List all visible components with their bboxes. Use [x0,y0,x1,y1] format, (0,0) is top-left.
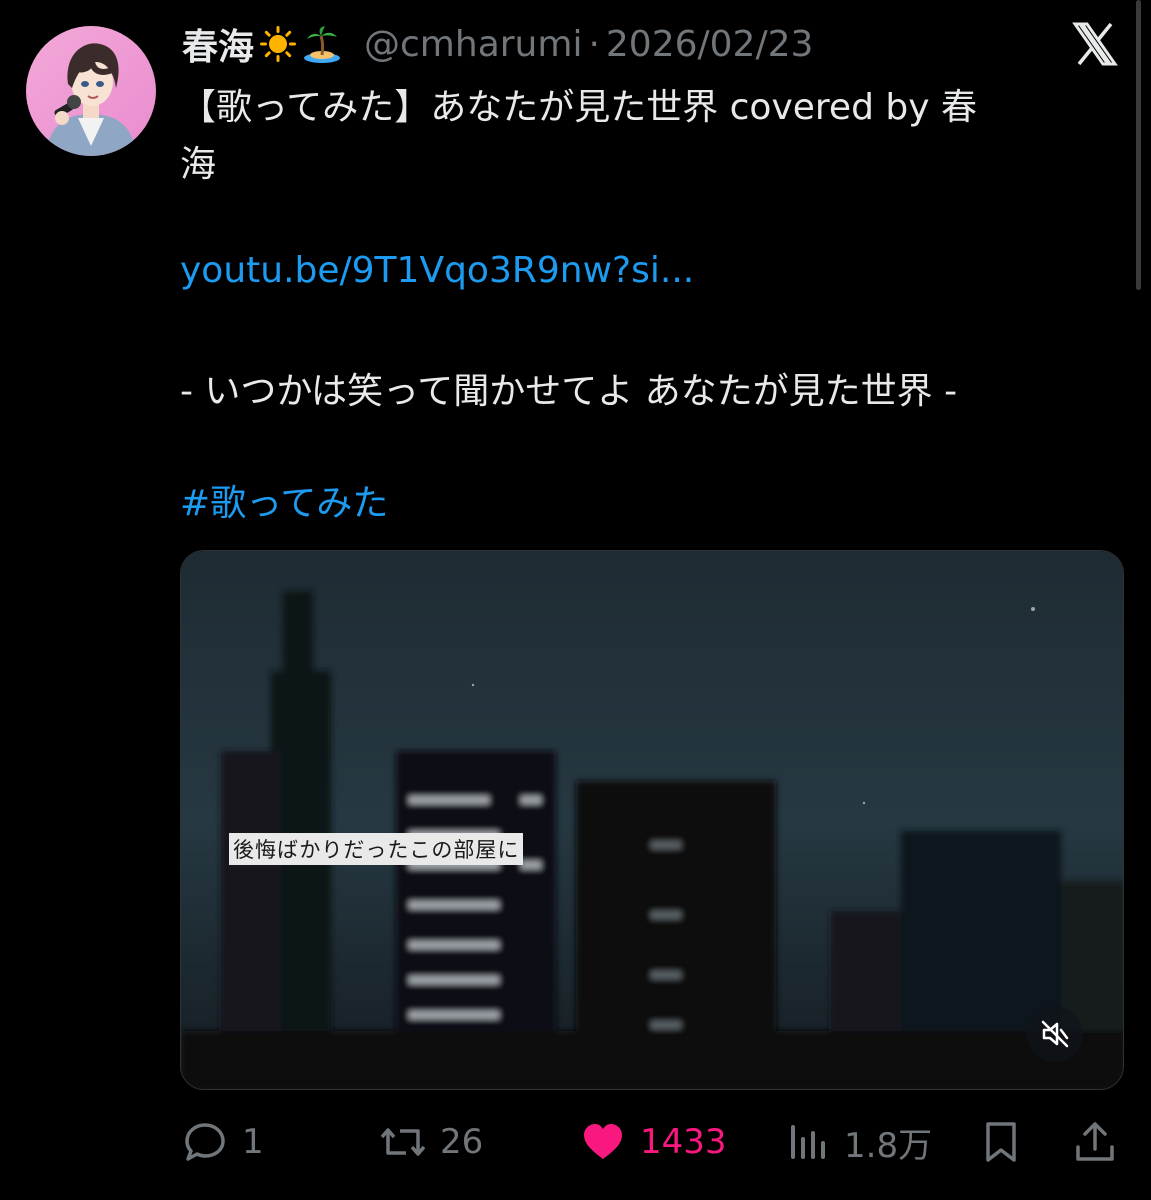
tweet-text-line-2: 海 [180,144,217,185]
tweet-header: 春海 @cmharumi · 2026/02/23 [182,18,813,70]
video-subtitle: 後悔ばかりだったこの部屋に [229,833,524,865]
views-button[interactable]: 1.8万 [784,1110,932,1174]
sun-emoji-icon [258,24,298,64]
hashtag-link[interactable]: #歌ってみた [180,474,388,526]
youtube-link[interactable]: youtu.be/9T1Vqo3R9nw?si... [180,250,694,291]
like-count: 1433 [640,1122,727,1162]
video-frame [181,551,1123,1089]
island-emoji-icon [302,24,342,64]
avatar[interactable] [26,26,156,156]
tweet-actions: 1 26 1433 1.8万 [0,1110,1151,1174]
x-logo-icon [1071,22,1119,66]
user-handle[interactable]: @cmharumi [364,24,582,65]
mute-toggle-button[interactable] [1027,1006,1083,1062]
bookmark-icon [986,1122,1016,1162]
like-button[interactable]: 1433 [580,1110,727,1174]
display-name[interactable]: 春海 [182,18,254,70]
video-player[interactable]: 後悔ばかりだったこの部屋に [180,550,1124,1090]
lyric-line: - いつかは笑って聞かせてよ あなたが見た世界 - [180,371,958,412]
retweet-icon [380,1128,426,1156]
share-icon [1076,1122,1114,1161]
share-button[interactable] [1072,1110,1118,1174]
retweet-button[interactable]: 26 [380,1110,483,1174]
reply-count: 1 [242,1122,264,1162]
separator: · [588,23,600,65]
retweet-count: 26 [440,1122,484,1162]
reply-button[interactable]: 1 [182,1110,264,1174]
heart-filled-icon [584,1124,622,1159]
views-count: 1.8万 [844,1125,933,1166]
reply-icon [185,1123,225,1161]
scrollbar[interactable] [1136,0,1141,290]
views-bar-chart-icon [791,1125,825,1159]
speaker-muted-icon [1041,1020,1069,1048]
tweet-text-line-1: 【歌ってみた】あなたが見た世界 covered by 春 [180,87,977,128]
tweet-date[interactable]: 2026/02/23 [606,24,814,65]
bookmark-button[interactable] [978,1110,1024,1174]
